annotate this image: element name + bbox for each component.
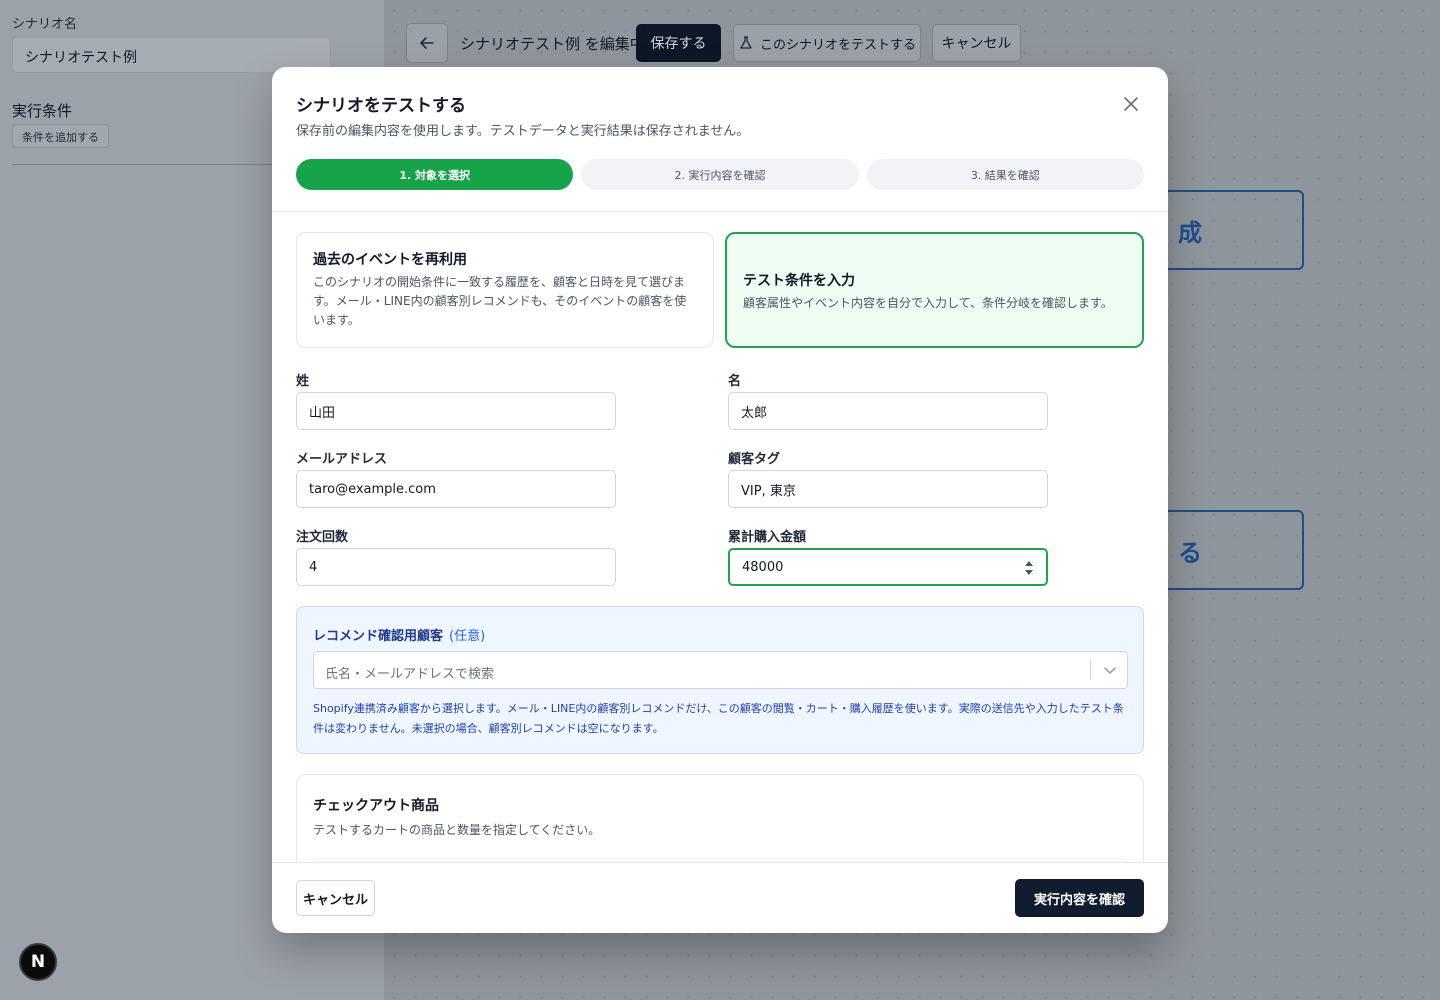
modal-subtitle: 保存前の編集内容を使用します。テストデータと実行結果は保存されません。 xyxy=(296,124,750,139)
flow-node-1-label: 成 xyxy=(1178,218,1202,247)
toolbar-cancel-button[interactable]: キャンセル xyxy=(932,24,1021,62)
test-scenario-button[interactable]: このシナリオをテストする xyxy=(733,24,921,62)
chevron-down-icon[interactable] xyxy=(1102,662,1118,678)
option-reuse-past-event[interactable]: 過去のイベントを再利用 このシナリオの開始条件に一致する履歴を、顧客と日時を見て… xyxy=(296,232,714,348)
option-manual-input[interactable]: テスト条件を入力 顧客属性やイベント内容を自分で入力して、条件分岐を確認します。 xyxy=(725,232,1144,348)
recommend-customer-panel: レコメンド確認用顧客 (任意) 氏名・メールアドレスで検索 Shopify連携済み… xyxy=(296,606,1144,754)
recommend-placeholder: 氏名・メールアドレスで検索 xyxy=(325,667,495,682)
total-spent-value: 48000 xyxy=(742,559,784,575)
last-name-label: 姓 xyxy=(296,374,310,389)
editing-title: シナリオテスト例 を編集中 xyxy=(460,35,645,53)
option-reuse-title: 過去のイベントを再利用 xyxy=(313,252,467,268)
test-scenario-label: このシナリオをテストする xyxy=(759,37,916,53)
recommend-title: レコメンド確認用顧客 (任意) xyxy=(313,625,485,644)
email-label: メールアドレス xyxy=(296,452,388,467)
option-manual-desc: 顧客属性やイベント内容を自分で入力して、条件分岐を確認します。 xyxy=(743,296,1113,310)
back-button[interactable] xyxy=(406,23,448,63)
total-spent-field[interactable]: 48000 xyxy=(728,548,1048,586)
confirm-execution-button[interactable]: 実行内容を確認 xyxy=(1015,879,1144,917)
flow-node-2-label: る xyxy=(1178,538,1202,567)
next-logo-icon[interactable]: N xyxy=(19,943,57,981)
order-count-label: 注文回数 xyxy=(296,530,349,545)
footer-divider xyxy=(272,862,1168,863)
add-condition-button[interactable]: 条件を追加する xyxy=(12,124,109,148)
checkout-products-panel: チェックアウト商品 テストするカートの商品と数量を指定してください。 xyxy=(296,774,1144,862)
order-count-field[interactable]: 4 xyxy=(296,548,616,586)
close-icon[interactable] xyxy=(1120,93,1142,115)
customer-tags-label: 顧客タグ xyxy=(728,452,781,467)
number-stepper-icon[interactable] xyxy=(1024,558,1034,578)
select-separator xyxy=(1090,660,1091,680)
test-scenario-modal: シナリオをテストする 保存前の編集内容を使用します。テストデータと実行結果は保存… xyxy=(272,67,1168,933)
step-select-target: 1. 対象を選択 xyxy=(296,159,574,190)
first-name-label: 名 xyxy=(728,374,742,389)
recommend-optional-tag: (任意) xyxy=(449,629,486,644)
arrow-left-icon xyxy=(420,37,434,49)
recommend-customer-select[interactable]: 氏名・メールアドレスで検索 xyxy=(313,651,1128,689)
first-name-field[interactable]: 太郎 xyxy=(728,392,1048,430)
recommend-help-text: Shopify連携済み顧客から選択します。メール・LINE内の顧客別レコメンドだ… xyxy=(313,702,1124,735)
modal-body[interactable]: 過去のイベントを再利用 このシナリオの開始条件に一致する履歴を、顧客と日時を見て… xyxy=(272,212,1168,862)
total-spent-label: 累計購入金額 xyxy=(728,530,807,545)
customer-tags-field[interactable]: VIP, 東京 xyxy=(728,470,1048,508)
option-manual-title: テスト条件を入力 xyxy=(743,273,855,289)
flask-icon xyxy=(740,36,752,49)
step-result: 3. 結果を確認 xyxy=(866,159,1144,190)
scenario-name-label: シナリオ名 xyxy=(12,17,78,32)
email-field[interactable]: taro@example.com xyxy=(296,470,616,508)
checkout-title: チェックアウト商品 xyxy=(313,798,439,814)
cancel-button[interactable]: キャンセル xyxy=(296,880,375,916)
recommend-title-text: レコメンド確認用顧客 xyxy=(313,629,444,644)
conditions-heading: 実行条件 xyxy=(12,102,73,120)
modal-title: シナリオをテストする xyxy=(296,96,466,116)
stepper: 1. 対象を選択 2. 実行内容を確認 3. 結果を確認 xyxy=(296,159,1144,190)
save-button[interactable]: 保存する xyxy=(636,24,721,62)
option-reuse-desc: このシナリオの開始条件に一致する履歴を、顧客と日時を見て選びます。メール・LIN… xyxy=(313,275,687,327)
step-review: 2. 実行内容を確認 xyxy=(581,159,859,190)
last-name-field[interactable]: 山田 xyxy=(296,392,616,430)
checkout-subtitle: テストするカートの商品と数量を指定してください。 xyxy=(313,823,601,837)
